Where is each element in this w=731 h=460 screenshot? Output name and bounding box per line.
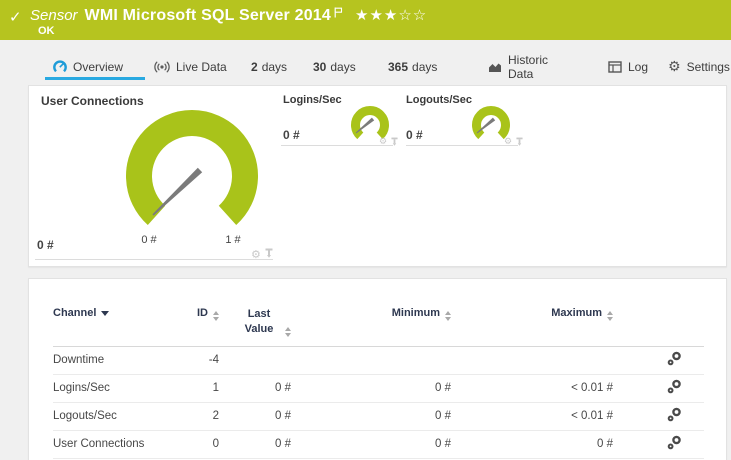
channel-gears-icon [667,407,681,422]
gauge-title-logins: Logins/Sec [283,94,342,106]
channel-gears-icon [667,379,681,394]
gauge-icon [53,60,67,74]
gauge-settings-gear-icon[interactable]: ⚙ [251,249,261,260]
tab-historic-data-label: Historic Data [508,53,549,81]
divider [406,145,518,146]
sort-icon [607,311,613,321]
column-header-settings [613,303,704,347]
live-signal-icon [154,61,170,73]
gauge-pin-icon[interactable] [516,133,523,151]
channel-last-value: 0 # [219,402,291,431]
channel-maximum [451,346,613,375]
gauge-title-user-connections: User Connections [41,94,144,108]
channel-minimum: 0 # [291,430,451,459]
tab-bar: Overview Live Data 2 days 30 days 365 da… [0,40,731,85]
table-row: User Connections 0 0 # 0 # 0 # [53,430,704,459]
channel-gears-icon [667,351,681,366]
priority-stars[interactable]: ★★★☆☆ [355,6,427,24]
flag-icon[interactable] [334,5,343,23]
channel-settings-button[interactable] [613,402,704,431]
tab-30-days[interactable]: 30 days [305,55,369,79]
tab-log-label: Log [628,60,649,74]
gear-icon: ⚙ [668,59,681,75]
column-header-last-value[interactable]: Last Value [219,303,291,347]
area-chart-icon [488,61,502,73]
active-tab-underline [45,77,145,80]
channel-minimum: 0 # [291,402,451,431]
channel-name: User Connections [53,430,183,459]
gauge-pin-icon[interactable] [265,245,273,263]
sort-icon [285,326,291,337]
channel-id: 2 [183,402,219,431]
table-row: Logouts/Sec 2 0 # 0 # < 0.01 # [53,402,704,431]
tab-log[interactable]: Log [600,55,650,79]
divider [35,259,273,260]
channel-name: Logouts/Sec [53,402,183,431]
gauges-panel: User Connections 0 # 1 # 0 # ⚙ Logins/Se… [28,85,727,267]
sensor-kind-label: Sensor [30,7,78,24]
sorted-desc-icon [101,311,110,316]
channel-settings-button[interactable] [613,430,704,459]
tab-live-data-label: Live Data [176,60,227,74]
channel-minimum [291,346,451,375]
channel-name: Logins/Sec [53,374,183,403]
column-header-minimum[interactable]: Minimum [291,303,451,347]
table-row: Logins/Sec 1 0 # 0 # < 0.01 # [53,374,704,403]
channel-id: -4 [183,346,219,375]
channel-settings-button[interactable] [613,346,704,375]
table-row: Downtime -4 [53,346,704,375]
sort-icon [213,311,219,321]
table-header-row: Channel ID Last Value Minimum Maximum [53,303,704,347]
status-text: OK [38,25,55,37]
column-header-maximum[interactable]: Maximum [451,303,613,347]
status-ok-check-icon: ✓ [9,9,22,26]
column-header-id[interactable]: ID [183,303,219,347]
channel-maximum: 0 # [451,430,613,459]
tab-365-days[interactable]: 365 days [380,55,458,79]
gauge-needle [152,167,203,216]
divider [281,145,393,146]
channel-last-value: 0 # [219,430,291,459]
channel-settings-button[interactable] [613,374,704,403]
logouts-value: 0 # [406,128,423,142]
channel-maximum: < 0.01 # [451,374,613,403]
channel-name: Downtime [53,346,183,375]
log-list-icon [608,61,622,73]
tab-2-days[interactable]: 2 days [243,55,295,79]
user-connections-gauge [126,110,258,226]
tab-overview-label: Overview [73,60,124,74]
gauge-pin-icon[interactable] [391,133,398,151]
gauge-scale-min: 0 # [141,234,157,246]
channels-panel: Channel ID Last Value Minimum Maximum Do… [28,278,727,460]
channel-id: 0 [183,430,219,459]
tab-live-data[interactable]: Live Data [146,55,232,79]
tab-historic-data[interactable]: Historic Data [480,53,574,81]
channel-last-value: 0 # [219,374,291,403]
sort-icon [445,311,451,321]
tab-overview[interactable]: Overview [45,55,145,79]
channel-id: 1 [183,374,219,403]
sensor-header: ✓ Sensor WMI Microsoft SQL Server 2014 ★… [0,0,731,40]
channel-maximum: < 0.01 # [451,402,613,431]
channel-minimum: 0 # [291,374,451,403]
channel-last-value [219,346,291,375]
tab-settings-label: Settings [686,60,730,74]
gauge-title-logouts: Logouts/Sec [406,94,473,106]
gauge-scale-max: 1 # [225,234,241,246]
logins-value: 0 # [283,128,300,142]
sensor-title: WMI Microsoft SQL Server 2014 [84,7,332,24]
tab-settings[interactable]: ⚙ Settings [660,55,730,79]
column-header-channel[interactable]: Channel [53,303,183,347]
channel-table: Channel ID Last Value Minimum Maximum Do… [53,303,704,459]
channel-gears-icon [667,435,681,450]
user-connections-value: 0 # [37,238,54,252]
